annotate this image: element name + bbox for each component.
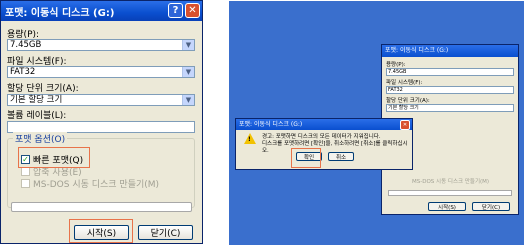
- volume-label: 볼륨 레이블(L):: [7, 111, 67, 121]
- close-icon[interactable]: ✕: [185, 3, 200, 18]
- msdos-checkbox: [21, 179, 30, 188]
- chevron-down-icon[interactable]: ▼: [182, 40, 194, 50]
- warning-line-1: 경고: 포맷하면 디스크의 모든 데이터가 지워집니다.: [262, 134, 381, 140]
- quick-format-highlight: [18, 147, 90, 168]
- capacity-value: 7.45GB: [10, 40, 42, 50]
- screenshot-msdos-label: MS-DOS 시동 디스크 만들기(M): [412, 179, 490, 185]
- progress-bar: [11, 202, 192, 212]
- screenshot-alloc-label: 할당 단위 크기(A):: [386, 98, 430, 104]
- msdos-label: MS-DOS 시동 디스크 만들기(M): [33, 180, 160, 190]
- filesystem-select[interactable]: FAT32 ▼: [7, 66, 195, 78]
- close-icon[interactable]: ✕: [400, 120, 410, 130]
- filesystem-value: FAT32: [10, 67, 36, 77]
- warning-title: 포맷: 이동식 디스크 (G:) ✕: [236, 119, 412, 130]
- screenshot-filesystem-label: 파일 시스템(F):: [386, 80, 423, 86]
- warning-title-text: 포맷: 이동식 디스크 (G:): [239, 121, 303, 128]
- alloc-select[interactable]: 기본 할당 크기 ▼: [7, 94, 195, 106]
- screenshot-filesystem-select[interactable]: FAT32: [386, 86, 514, 94]
- chevron-down-icon[interactable]: ▼: [182, 95, 194, 105]
- screenshot-capacity-label: 용량(P):: [386, 62, 406, 68]
- capacity-select[interactable]: 7.45GB ▼: [7, 39, 195, 51]
- close-button[interactable]: 닫기(C): [138, 225, 193, 240]
- screenshot-close-button[interactable]: 닫기(C): [472, 202, 510, 211]
- screenshot-dialog-title: 포맷: 이동식 디스크 (G:): [382, 45, 518, 57]
- help-button[interactable]: ?: [168, 3, 183, 18]
- alloc-value: 기본 할당 크기: [10, 95, 63, 105]
- screenshot-start-button[interactable]: 시작(S): [428, 202, 466, 211]
- start-button-highlight: [69, 219, 133, 243]
- warning-exclamation-icon: !: [248, 136, 251, 143]
- desktop-screenshot: 포맷: 이동식 디스크 (G:) 용량(P): 7.45GB 파일 시스템(F)…: [229, 1, 524, 245]
- screenshot-alloc-select[interactable]: 기본 할당 크기: [386, 104, 514, 112]
- ok-button-highlight: [291, 148, 321, 168]
- warning-dialog: 포맷: 이동식 디스크 (G:) ✕ ! 경고: 포맷하면 디스크의 모든 데이…: [235, 118, 413, 170]
- msdos-option: MS-DOS 시동 디스크 만들기(M): [21, 177, 159, 190]
- format-dialog: 포맷: 이동식 디스크 (G:) ? ✕ 용량(P): 7.45GB ▼ 파일 …: [0, 0, 203, 244]
- chevron-down-icon[interactable]: ▼: [182, 67, 194, 77]
- screenshot-progress-bar: [388, 190, 512, 196]
- dialog-titlebar: 포맷: 이동식 디스크 (G:) ? ✕: [1, 1, 202, 21]
- cancel-button[interactable]: 취소: [328, 152, 354, 161]
- format-options-title: 포맷 옵션(O): [13, 132, 68, 145]
- compress-checkbox: [21, 167, 30, 176]
- dialog-title: 포맷: 이동식 디스크 (G:): [5, 7, 115, 19]
- screenshot-capacity-select[interactable]: 7.45GB: [386, 68, 514, 76]
- alloc-label: 할당 단위 크기(A):: [7, 84, 79, 94]
